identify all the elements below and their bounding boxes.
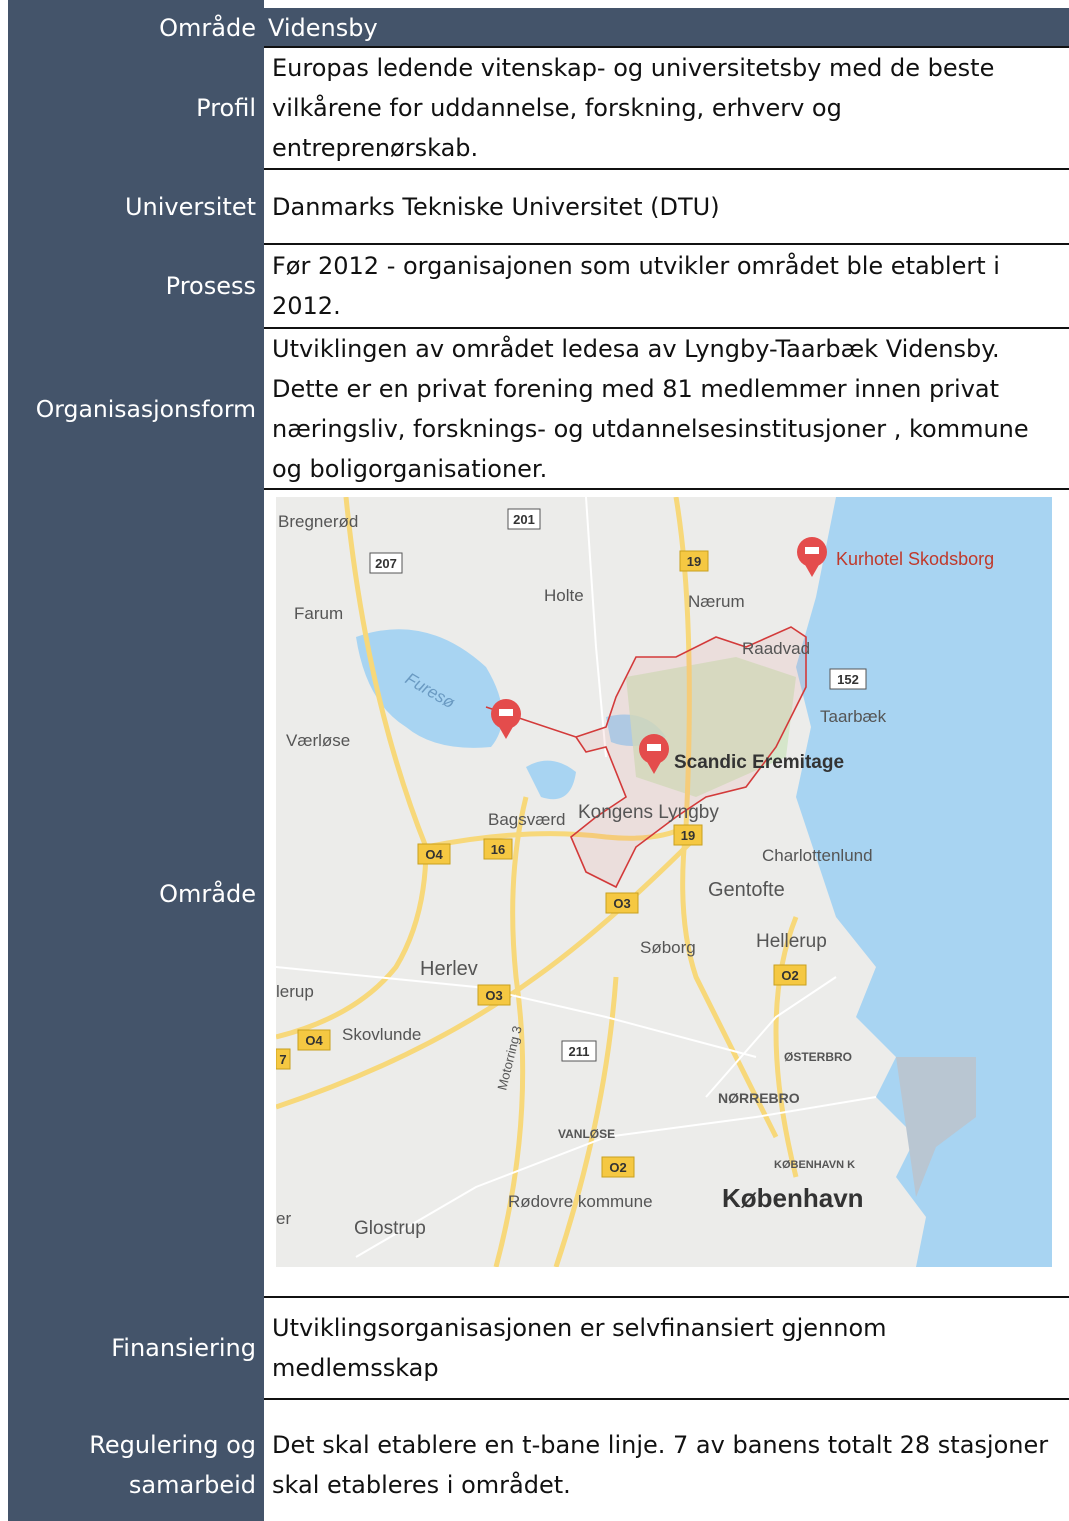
label-farum: Farum xyxy=(294,604,343,623)
road-shield-152: 152 xyxy=(829,668,867,690)
row-universitet: Universitet Danmarks Tekniske Universite… xyxy=(8,170,1069,243)
label-universitet: Universitet xyxy=(124,192,256,221)
row-omrade-header: Område xyxy=(8,8,1069,48)
svg-text:O3: O3 xyxy=(613,896,630,911)
row-divider xyxy=(264,1398,1069,1400)
area-map: Bregnerød Farum Holte Nærum Kurhotel Sko… xyxy=(276,497,1052,1267)
value-finansiering: Utviklingsorganisasjonen er selvfinansie… xyxy=(272,1314,887,1382)
label-bregnerod: Bregnerød xyxy=(278,512,358,531)
value-regulering: Det skal etablere en t-bane linje. 7 av … xyxy=(272,1431,1049,1499)
road-shield-03b: O3 xyxy=(477,984,511,1006)
road-shield-04b: O4 xyxy=(297,1029,331,1051)
label-raadvad: Raadvad xyxy=(742,639,810,658)
label-kobenhavn: København xyxy=(722,1183,864,1213)
row-finansiering: Finansiering Utviklingsorganisasjonen er… xyxy=(8,1298,1069,1398)
road-shield-19a: 19 xyxy=(679,550,709,572)
road-shield-211: 211 xyxy=(561,1040,597,1062)
road-shield-04a: O4 xyxy=(417,843,451,865)
label-omrade-map: Område xyxy=(159,880,256,908)
svg-text:O4: O4 xyxy=(305,1033,323,1048)
label-profil: Profil xyxy=(196,94,256,122)
value-universitet: Danmarks Tekniske Universitet (DTU) xyxy=(272,192,720,221)
svg-text:O3: O3 xyxy=(485,988,502,1003)
label-taarbaek: Taarbæk xyxy=(820,707,887,726)
label-kurhotel: Kurhotel Skodsborg xyxy=(836,549,994,569)
row-organisasjonsform: Organisasjonsform Utviklingen av området… xyxy=(8,329,1069,489)
svg-text:201: 201 xyxy=(513,512,535,527)
svg-text:16: 16 xyxy=(491,842,505,857)
label-regulering: Regulering og samarbeid xyxy=(89,1431,256,1499)
label-charlottenlund: Charlottenlund xyxy=(762,846,873,865)
label-hellerup: Hellerup xyxy=(756,931,827,952)
label-soborg: Søborg xyxy=(640,938,696,957)
label-kobenhavn-k: KØBENHAVN K xyxy=(774,1159,855,1171)
svg-text:211: 211 xyxy=(569,1044,590,1059)
value-profil: Europas ledende vitenskap- og universite… xyxy=(272,54,995,162)
label-finansiering: Finansiering xyxy=(111,1334,256,1362)
label-prosess: Prosess xyxy=(165,272,256,300)
label-holte: Holte xyxy=(544,586,584,605)
row-prosess: Prosess Før 2012 - organisajonen som utv… xyxy=(8,245,1069,327)
label-vanlose: VANLØSE xyxy=(558,1127,615,1141)
label-omrade: Område xyxy=(159,14,256,42)
label-naerum: Nærum xyxy=(688,592,745,611)
label-osterbro: ØSTERBRO xyxy=(784,1050,852,1064)
label-glostrup: Glostrup xyxy=(354,1218,426,1239)
label-kongens: Kongens Lyngby xyxy=(578,802,719,823)
label-bagsvaerd: Bagsværd xyxy=(488,810,565,829)
label-er: er xyxy=(276,1209,291,1228)
svg-text:O2: O2 xyxy=(609,1160,626,1175)
road-shield-16: 16 xyxy=(483,838,513,860)
svg-text:O4: O4 xyxy=(425,847,443,862)
road-shield-207: 207 xyxy=(369,552,403,574)
svg-text:O2: O2 xyxy=(781,968,798,983)
label-vaerlose: Værløse xyxy=(286,731,350,750)
road-shield-7: 7 xyxy=(276,1048,291,1070)
svg-text:19: 19 xyxy=(681,828,695,843)
label-rodovre: Rødovre kommune xyxy=(508,1192,653,1211)
svg-text:19: 19 xyxy=(687,554,701,569)
road-shield-02b: O2 xyxy=(601,1156,635,1178)
row-profil: Profil Europas ledende vitenskap- og uni… xyxy=(8,48,1069,168)
road-shield-19b: 19 xyxy=(673,824,703,846)
row-regulering: Regulering og samarbeid Det skal etabler… xyxy=(8,1425,1069,1505)
label-organisasjonsform: Organisasjonsform xyxy=(35,395,256,423)
label-lerup: lerup xyxy=(276,982,314,1001)
label-herlev: Herlev xyxy=(420,958,478,980)
svg-text:207: 207 xyxy=(375,556,397,571)
value-prosess: Før 2012 - organisajonen som utvikler om… xyxy=(272,252,1000,320)
label-skovlunde: Skovlunde xyxy=(342,1025,421,1044)
svg-text:7: 7 xyxy=(279,1052,286,1067)
label-norrebro: NØRREBRO xyxy=(718,1090,800,1106)
svg-text:152: 152 xyxy=(837,672,859,687)
label-gentofte: Gentofte xyxy=(708,879,785,901)
road-shield-201: 201 xyxy=(507,508,541,530)
road-shield-02a: O2 xyxy=(773,964,807,986)
value-organisasjonsform: Utviklingen av området ledesa av Lyngby-… xyxy=(272,335,1029,483)
road-shield-03a: O3 xyxy=(605,892,639,914)
label-scandic: Scandic Eremitage xyxy=(674,752,844,773)
